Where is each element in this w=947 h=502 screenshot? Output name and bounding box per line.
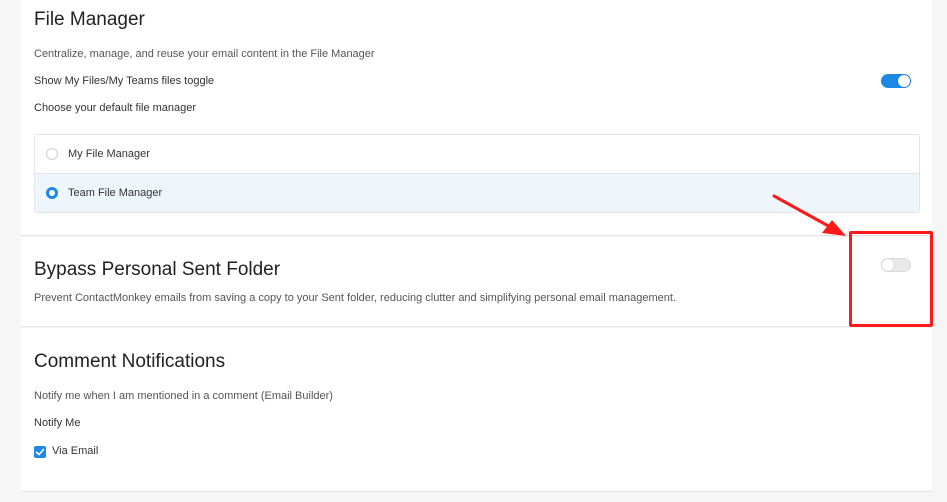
notify-me-label: Notify Me — [34, 417, 81, 429]
toggle-knob — [898, 75, 910, 87]
files-toggle-switch[interactable] — [881, 74, 911, 88]
comment-notifications-title: Comment Notifications — [34, 351, 226, 372]
via-email-label: Via Email — [52, 445, 99, 457]
bypass-description: Prevent ContactMonkey emails from saving… — [34, 292, 676, 304]
bypass-sent-folder-section: Bypass Personal Sent Folder Prevent Cont… — [21, 237, 932, 327]
file-manager-description: Centralize, manage, and reuse your email… — [34, 48, 375, 60]
files-toggle-label: Show My Files/My Teams files toggle — [34, 75, 215, 87]
radio-checked-icon[interactable] — [46, 187, 58, 199]
radio-label: My File Manager — [68, 148, 150, 160]
radio-unchecked-icon[interactable] — [46, 148, 58, 160]
radio-option-my-file-manager[interactable]: My File Manager — [35, 135, 919, 174]
radio-label: Team File Manager — [68, 187, 163, 199]
annotation-highlight-box — [849, 231, 933, 327]
bypass-title: Bypass Personal Sent Folder — [34, 259, 281, 280]
comment-notifications-description: Notify me when I am mentioned in a comme… — [34, 390, 333, 402]
settings-page: File Manager Centralize, manage, and reu… — [0, 0, 947, 502]
annotation-arrow-icon — [772, 194, 846, 236]
check-icon — [35, 448, 45, 456]
default-file-manager-label: Choose your default file manager — [34, 102, 197, 114]
via-email-checkbox[interactable] — [34, 446, 46, 458]
comment-notifications-section: Comment Notifications Notify me when I a… — [21, 328, 932, 492]
file-manager-title: File Manager — [34, 9, 145, 30]
